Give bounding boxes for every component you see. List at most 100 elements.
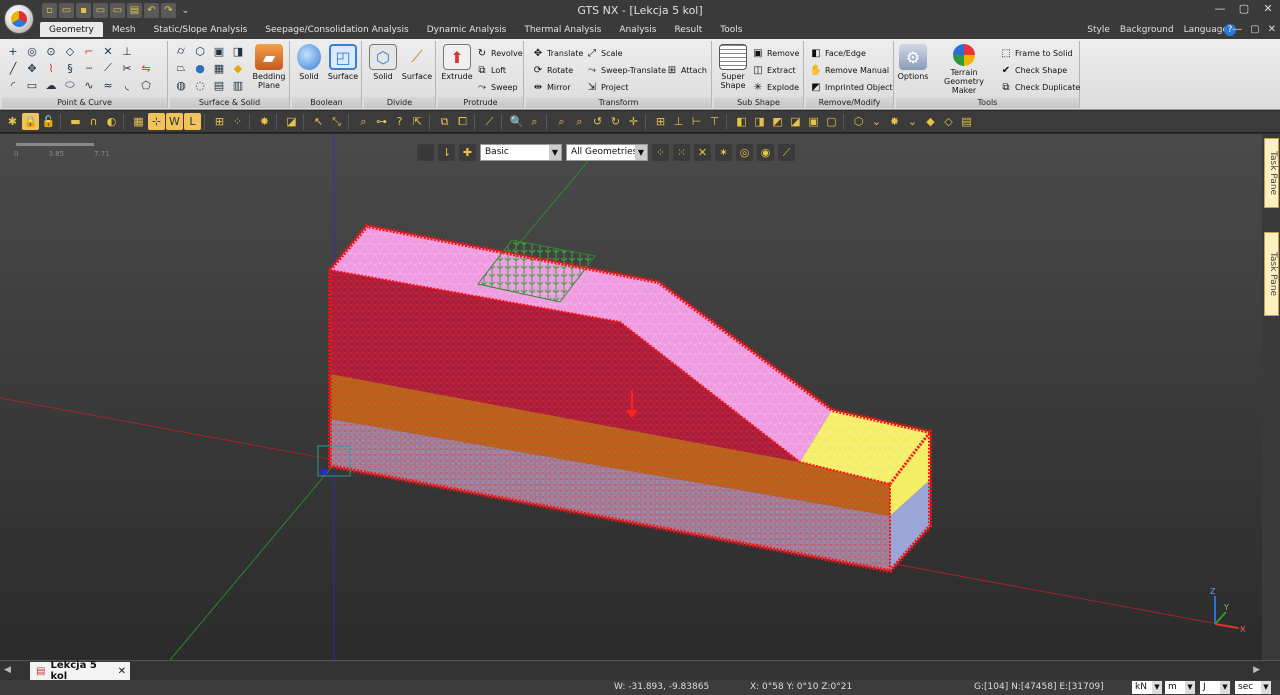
- zoom-fit-icon[interactable]: ⌕: [526, 113, 543, 130]
- length-unit-select[interactable]: m ▼: [1165, 681, 1195, 694]
- mirror-button[interactable]: ⇹ Mirror: [532, 81, 571, 93]
- project-button[interactable]: ⇲ Project: [586, 81, 629, 93]
- query-icon[interactable]: ⌕: [355, 113, 372, 130]
- offset-icon[interactable]: ≈: [101, 78, 115, 92]
- surface-icon[interactable]: ▦: [212, 61, 226, 75]
- magnet-icon[interactable]: ∩: [85, 113, 102, 130]
- pick-icon[interactable]: ↖: [310, 113, 327, 130]
- task-pane-tab-1[interactable]: Task Pane: [1264, 138, 1279, 208]
- remove-button[interactable]: ▣ Remove: [752, 47, 799, 59]
- rotate-view-icon[interactable]: ↺: [589, 113, 606, 130]
- select-all-icon[interactable]: ⧠: [454, 113, 471, 130]
- rectangle-icon[interactable]: ▭: [25, 78, 39, 92]
- zoom-icon[interactable]: 🔍: [508, 113, 525, 130]
- background-menu[interactable]: Background: [1120, 25, 1174, 35]
- fillet-icon[interactable]: ◟: [120, 78, 134, 92]
- diamond-point-icon[interactable]: ◇: [63, 44, 77, 58]
- view-right-icon[interactable]: ◪: [787, 113, 804, 130]
- view-top-icon[interactable]: ▣: [805, 113, 822, 130]
- face-icon[interactable]: ◨: [231, 44, 245, 58]
- rotate-button[interactable]: ⟳ Rotate: [532, 64, 573, 76]
- filter-icon[interactable]: ⁘: [652, 144, 669, 161]
- close-icon[interactable]: ✕: [1260, 2, 1276, 15]
- cross-select-icon[interactable]: ✕: [694, 144, 711, 161]
- tab-seepage-consolidation-analysis[interactable]: Seepage/Consolidation Analysis: [256, 22, 417, 37]
- close-tab-icon[interactable]: ✕: [118, 666, 126, 677]
- ellipse-icon[interactable]: ⬭: [63, 78, 77, 92]
- dropdown-icon[interactable]: ⌄: [868, 113, 885, 130]
- node-icon[interactable]: ⊶: [373, 113, 390, 130]
- break-icon[interactable]: ⟋: [101, 61, 115, 75]
- revolve-button[interactable]: ↻ Revolve: [476, 47, 523, 59]
- tab-analysis[interactable]: Analysis: [610, 22, 665, 37]
- select-icon[interactable]: ✱: [4, 113, 21, 130]
- shade-icon[interactable]: ✸: [886, 113, 903, 130]
- filter-2-icon[interactable]: ⁙: [673, 144, 690, 161]
- display-icon[interactable]: ▤: [958, 113, 975, 130]
- move-point-icon[interactable]: ✥: [25, 61, 39, 75]
- layer-icon[interactable]: ▥: [231, 78, 245, 92]
- eraser-icon[interactable]: ▬: [67, 113, 84, 130]
- tab-dynamic-analysis[interactable]: Dynamic Analysis: [418, 22, 516, 37]
- force-unit-select[interactable]: kN ▼: [1132, 681, 1162, 694]
- view-back-icon[interactable]: ◨: [751, 113, 768, 130]
- terrain-geometry-maker-button[interactable]: Terrain Geometry Maker: [932, 44, 996, 95]
- task-pane-tab-2[interactable]: Task Pane: [1264, 232, 1279, 316]
- options-button[interactable]: ⚙ Options: [896, 44, 930, 81]
- mesh-model[interactable]: Z X Y: [0, 134, 1262, 660]
- model-icon[interactable]: ◪: [283, 113, 300, 130]
- model-viewport[interactable]: 0 3.85 7.71 Z X Y ⊡ ⇂ ✚ Basic ▼ All Geom…: [0, 134, 1262, 660]
- view-front-icon[interactable]: ◧: [733, 113, 750, 130]
- circle-point-icon[interactable]: ◎: [25, 44, 39, 58]
- axis-icon[interactable]: ⊥: [120, 44, 134, 58]
- translate-button[interactable]: ✥ Translate: [532, 47, 584, 59]
- display-mode-select[interactable]: Basic ▼: [480, 144, 562, 161]
- render-icon[interactable]: ◆: [922, 113, 939, 130]
- dash-line-icon[interactable]: ┄: [82, 61, 96, 75]
- unlock-icon[interactable]: 🔓: [40, 113, 57, 130]
- minimize-icon[interactable]: —: [1212, 2, 1228, 15]
- solid-box-icon[interactable]: ▤: [212, 78, 226, 92]
- cloud-icon[interactable]: ☁: [44, 78, 58, 92]
- geometry-filter-select[interactable]: All Geometries (▼: [566, 144, 648, 161]
- measure-icon[interactable]: ⟋: [481, 113, 498, 130]
- zoom-in-icon[interactable]: ⌕: [571, 113, 588, 130]
- extract-button[interactable]: ◫ Extract: [752, 64, 795, 76]
- hide-icon[interactable]: ◐: [103, 113, 120, 130]
- ribbon-restore-icon[interactable]: ▢: [1250, 24, 1259, 35]
- tab-thermal-analysis[interactable]: Thermal Analysis: [515, 22, 610, 37]
- view-bottom-icon[interactable]: ▢: [823, 113, 840, 130]
- tab-tools[interactable]: Tools: [711, 22, 751, 37]
- line-icon[interactable]: ╱: [6, 61, 20, 75]
- time-unit-select[interactable]: sec ▼: [1235, 681, 1271, 694]
- boolean-surface-button[interactable]: ◰ Surface: [326, 44, 360, 81]
- axis-view-3-icon[interactable]: ⊤: [706, 113, 723, 130]
- wireframe-icon[interactable]: ◇: [940, 113, 957, 130]
- pan-icon[interactable]: ✛: [625, 113, 642, 130]
- sweep-button[interactable]: ⤳ Sweep: [476, 81, 518, 93]
- check-duplicate-button[interactable]: ⧉ Check Duplicate: [1000, 81, 1080, 93]
- boolean-solid-button[interactable]: Solid: [292, 44, 326, 81]
- frame-to-solid-button[interactable]: ⬚ Frame to Solid: [1000, 47, 1072, 59]
- measure-2-icon[interactable]: ⟋: [778, 144, 795, 161]
- lock-icon[interactable]: 🔒: [22, 113, 39, 130]
- pick-area-icon[interactable]: ⤡: [328, 113, 345, 130]
- grid-icon[interactable]: ▦: [130, 113, 147, 130]
- trim-icon[interactable]: ✂: [120, 61, 134, 75]
- torus-icon[interactable]: ◌: [193, 78, 207, 92]
- imprinted-object-button[interactable]: ◩ Imprinted Object: [810, 81, 892, 93]
- info-icon[interactable]: ?: [391, 113, 408, 130]
- snap-icon[interactable]: ⊹: [148, 113, 165, 130]
- remove-manual-button[interactable]: ✋ Remove Manual: [810, 64, 889, 76]
- corner-icon[interactable]: ⌐: [82, 44, 96, 58]
- style-menu[interactable]: Style: [1087, 25, 1110, 35]
- dropdown-2-icon[interactable]: ⌄: [904, 113, 921, 130]
- sphere-icon[interactable]: ●: [193, 61, 207, 75]
- iso-view-icon[interactable]: ⬡: [850, 113, 867, 130]
- view-left-icon[interactable]: ◩: [769, 113, 786, 130]
- divide-solid-button[interactable]: ⬡ Solid: [366, 44, 400, 81]
- axis-view-icon[interactable]: ⊥: [670, 113, 687, 130]
- bedding-plane-button[interactable]: ▰ Bedding Plane: [252, 44, 286, 90]
- snap-grid-icon[interactable]: ⊡: [417, 144, 434, 161]
- workplane-icon[interactable]: W: [166, 113, 183, 130]
